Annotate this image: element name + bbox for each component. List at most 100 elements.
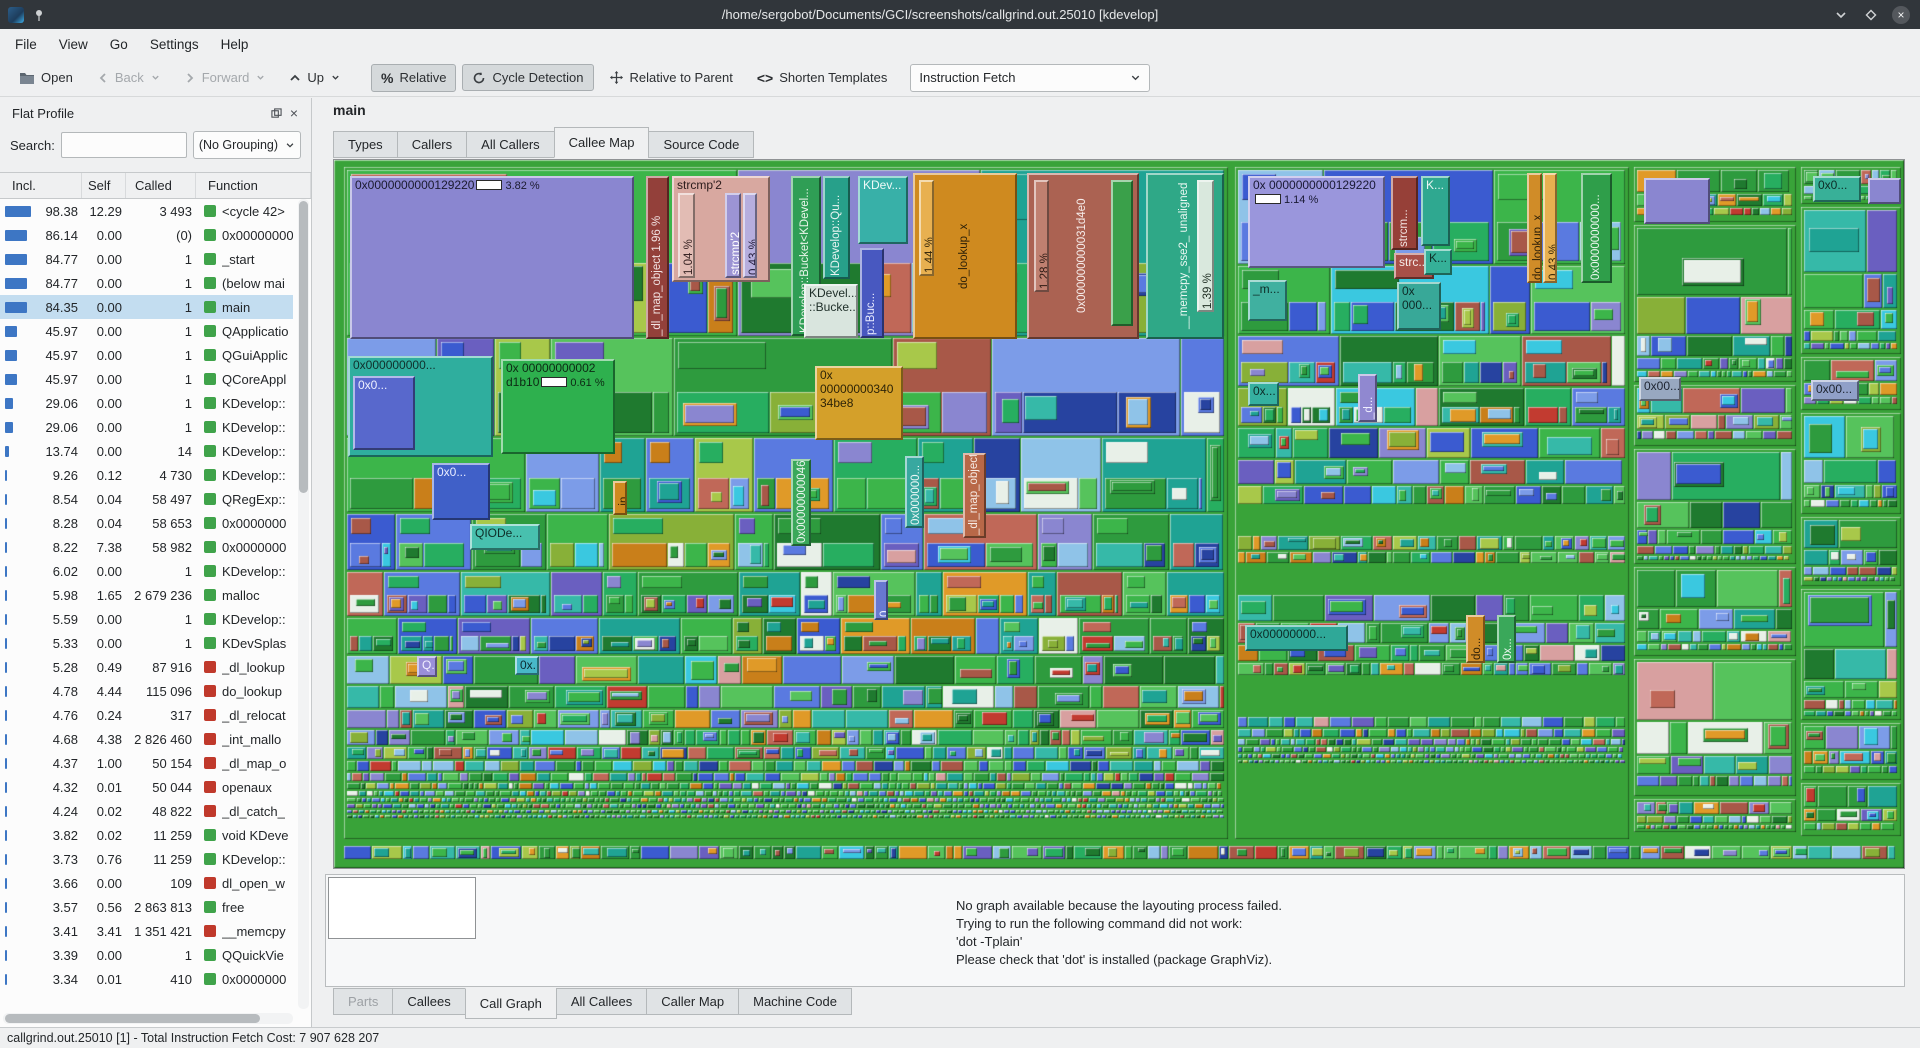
treemap-block[interactable]: _d... [1358, 374, 1377, 422]
relative-to-parent-toggle[interactable]: Relative to Parent [600, 65, 742, 90]
column-header-self[interactable]: Self [82, 173, 126, 198]
tab-source-code[interactable]: Source Code [648, 131, 754, 158]
table-row[interactable]: 45.970.001QApplicatio [0, 319, 293, 343]
table-row[interactable]: 3.820.0211 259void KDeve [0, 823, 293, 847]
table-row[interactable]: 5.981.652 679 236malloc [0, 583, 293, 607]
treemap-block[interactable]: 0x... [1497, 615, 1516, 663]
treemap-block[interactable]: 1.04 % [678, 193, 695, 278]
cycle-detection-toggle[interactable]: Cycle Detection [462, 64, 593, 91]
treemap-block[interactable]: 0x0000000000... [1581, 173, 1612, 283]
tab-callee-map[interactable]: Callee Map [554, 127, 650, 158]
maximize-button[interactable] [1862, 6, 1880, 24]
treemap-block[interactable]: p::Buc... [860, 248, 884, 338]
menu-settings[interactable]: Settings [139, 32, 210, 57]
minimize-button[interactable] [1832, 6, 1850, 24]
table-row[interactable]: 5.280.4987 916_dl_lookup [0, 655, 293, 679]
table-row[interactable]: 4.371.0050 154_dl_map_o [0, 751, 293, 775]
table-row[interactable]: 84.350.001main [0, 295, 293, 319]
treemap-block[interactable]: K... [1421, 176, 1450, 246]
treemap-block[interactable]: 0x0... [1813, 176, 1861, 202]
treemap-block[interactable]: 0x00... [1639, 377, 1681, 401]
treemap-block[interactable]: _dl_map_object_... [963, 453, 986, 538]
call-graph-panel[interactable]: No graph available because the layouting… [325, 874, 1905, 987]
table-row[interactable]: 4.684.382 826 460_int_mallo [0, 727, 293, 751]
treemap-block[interactable] [1111, 180, 1133, 326]
tab-all-callers[interactable]: All Callers [466, 131, 555, 158]
treemap-block[interactable]: 0x00000000... [1245, 625, 1348, 651]
treemap-block[interactable]: 0x 000... [1397, 282, 1441, 330]
back-button[interactable]: Back [88, 65, 169, 90]
treemap-block[interactable]: 0x 00000000002 d1b100.61 % [501, 359, 615, 454]
treemap-block[interactable]: Q... [417, 656, 437, 677]
treemap-block[interactable]: K... [1424, 249, 1452, 275]
vertical-scrollbar[interactable] [298, 199, 309, 1009]
close-button[interactable]: × [1892, 6, 1910, 24]
table-row[interactable]: 5.330.001KDevSplas [0, 631, 293, 655]
treemap-block[interactable]: _m... [1248, 280, 1287, 321]
table-row[interactable]: 4.320.0150 044openaux [0, 775, 293, 799]
table-row[interactable]: 8.540.0458 497QRegExp:: [0, 487, 293, 511]
open-button[interactable]: Open [10, 65, 82, 90]
treemap-block[interactable]: 0.43 % [1543, 173, 1557, 283]
relative-toggle[interactable]: % Relative [371, 64, 456, 92]
treemap-block[interactable]: 1.39 % [1197, 180, 1214, 312]
pin-icon[interactable] [32, 8, 46, 22]
table-row[interactable]: 3.390.001QQuickVie [0, 943, 293, 967]
table-row[interactable]: 3.340.014100x0000000 [0, 967, 293, 991]
table-row[interactable]: 4.784.44115 096do_lookup [0, 679, 293, 703]
treemap-block[interactable]: _in... [613, 481, 627, 515]
table-row[interactable]: 86.140.00(0)0x00000000 [0, 223, 293, 247]
treemap-block[interactable]: 0x00... [1811, 380, 1859, 401]
treemap-block[interactable]: 0x... [515, 656, 539, 675]
treemap-block[interactable]: KDevelop::Qu... [823, 176, 850, 279]
table-row[interactable]: 3.660.00109dl_open_w [0, 871, 293, 895]
tab-types[interactable]: Types [333, 131, 398, 158]
tab-callees[interactable]: Callees [392, 988, 465, 1015]
table-row[interactable]: 8.227.3858 9820x0000000 [0, 535, 293, 559]
grouping-combobox[interactable]: (No Grouping) [193, 131, 301, 159]
search-input[interactable] [61, 132, 187, 158]
treemap-block[interactable]: 0x0... [432, 463, 490, 520]
menu-go[interactable]: Go [99, 32, 139, 57]
horizontal-scrollbar[interactable] [3, 1013, 293, 1024]
menu-view[interactable]: View [48, 32, 99, 57]
tab-caller-map[interactable]: Caller Map [646, 988, 739, 1015]
callee-map[interactable]: 0x00000000001292203.82 % _dl_map_object 1… [333, 159, 1905, 869]
table-row[interactable]: 3.413.411 351 421__memcpy [0, 919, 293, 943]
treemap-block[interactable]: KDev... [858, 176, 908, 244]
treemap-block[interactable]: 0x00000000001292203.82 % [350, 176, 634, 339]
tab-all-callees[interactable]: All Callees [556, 988, 647, 1015]
treemap-block[interactable]: KDevel... ::Bucke... [804, 284, 858, 338]
close-dock-icon[interactable]: × [285, 104, 303, 122]
table-row[interactable]: 4.240.0248 822_dl_catch_ [0, 799, 293, 823]
table-row[interactable]: 45.970.001QCoreAppl [0, 367, 293, 391]
table-row[interactable]: 6.020.001KDevelop:: [0, 559, 293, 583]
column-header-incl[interactable]: Incl. [0, 173, 82, 198]
forward-button[interactable]: Forward [175, 65, 275, 90]
table-row[interactable]: 9.260.124 730KDevelop:: [0, 463, 293, 487]
treemap-block[interactable]: 0x... [1248, 382, 1279, 406]
table-row[interactable]: 29.060.001KDevelop:: [0, 415, 293, 439]
event-type-combobox[interactable]: Instruction Fetch [910, 64, 1150, 92]
table-row[interactable]: 5.590.001KDevelop:: [0, 607, 293, 631]
table-row[interactable]: 84.770.001_start [0, 247, 293, 271]
tab-callers[interactable]: Callers [397, 131, 467, 158]
treemap-block[interactable]: 0x 00000000001292201.14 % [1248, 176, 1385, 268]
column-header-called[interactable]: Called [126, 173, 196, 198]
treemap-block[interactable]: do... [1466, 615, 1485, 663]
treemap-block[interactable]: 0.43 % [743, 193, 757, 278]
treemap-block[interactable]: 0x0... [353, 376, 415, 450]
tab-parts[interactable]: Parts [333, 988, 393, 1015]
table-row[interactable]: 4.760.24317_dl_relocat [0, 703, 293, 727]
table-row[interactable]: 3.730.7611 259KDevelop:: [0, 847, 293, 871]
table-row[interactable]: 98.3812.293 493<cycle 42> [0, 199, 293, 223]
table-row[interactable]: 84.770.001(below mai [0, 271, 293, 295]
menu-file[interactable]: File [4, 32, 48, 57]
shorten-templates-toggle[interactable]: <> Shorten Templates [748, 65, 897, 91]
treemap-block[interactable]: _dl_map_object 1.96 % [646, 176, 669, 339]
tab-call-graph[interactable]: Call Graph [465, 988, 557, 1019]
treemap-block[interactable]: 0x000000000461... [791, 459, 811, 546]
table-row[interactable]: 3.570.562 863 813free [0, 895, 293, 919]
treemap-block[interactable]: do_lookup_x [1527, 173, 1542, 283]
treemap-block[interactable]: 1.44 % [919, 180, 934, 276]
